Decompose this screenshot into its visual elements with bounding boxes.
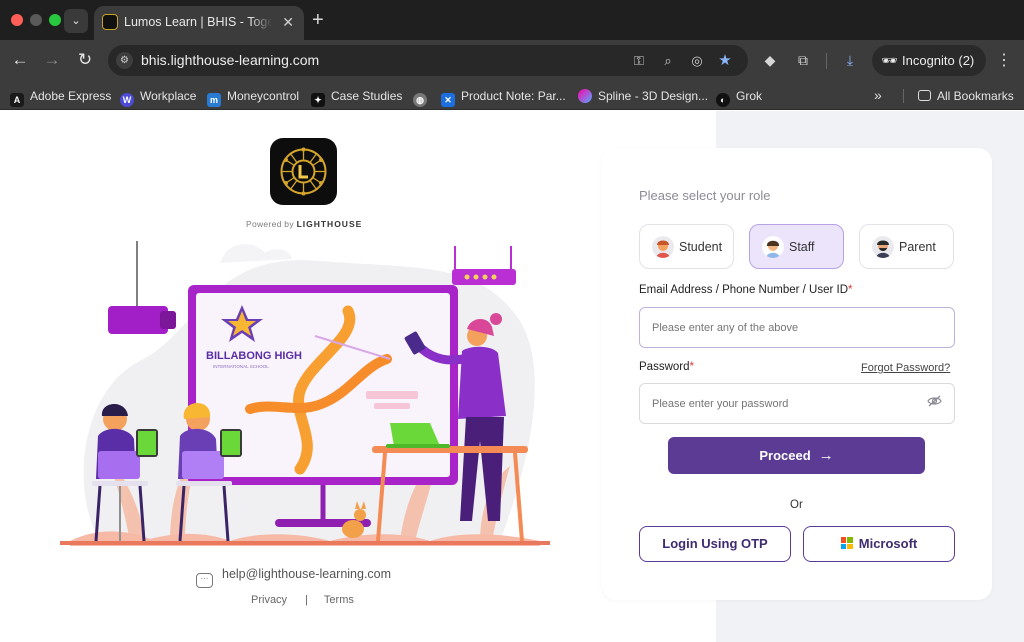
bookmark-globe[interactable]: ◍ bbox=[413, 88, 433, 107]
close-window-button[interactable] bbox=[11, 14, 23, 26]
address-bar[interactable]: ⚙ bhis.lighthouse-learning.com ⚿ ⌕ ◎ ★ bbox=[108, 45, 748, 76]
globe-icon: ◍ bbox=[413, 93, 427, 107]
proceed-button[interactable]: Proceed → bbox=[668, 437, 925, 474]
parent-avatar-icon bbox=[872, 236, 894, 258]
proceed-label: Proceed bbox=[759, 448, 811, 463]
browser-toolbar: ← → ↻ ⚙ bhis.lighthouse-learning.com ⚿ ⌕… bbox=[0, 40, 1024, 81]
privacy-link[interactable]: Privacy bbox=[251, 594, 287, 606]
login-otp-button[interactable]: Login Using OTP bbox=[639, 526, 791, 562]
classroom-illustration: BILLABONG HIGH INTERNATIONAL SCHOOL bbox=[60, 241, 550, 546]
bookmark-workplace[interactable]: W Workplace bbox=[120, 88, 196, 107]
role-student-button[interactable]: Student bbox=[639, 224, 734, 269]
puzzle-extensions-icon[interactable]: ⧉ bbox=[794, 51, 812, 69]
grok-icon: ◐ bbox=[716, 93, 730, 107]
bookmark-star-icon[interactable]: ★ bbox=[716, 52, 734, 70]
moneycontrol-icon: m bbox=[207, 93, 221, 107]
bookmark-spline[interactable]: Spline - 3D Design... bbox=[578, 88, 708, 104]
incognito-icon: 🕶 bbox=[881, 53, 898, 68]
role-parent-label: Parent bbox=[899, 240, 936, 254]
toolbar-divider bbox=[826, 53, 827, 69]
all-bookmarks-button[interactable]: All Bookmarks bbox=[918, 88, 1014, 104]
forgot-password-link[interactable]: Forgot Password? bbox=[861, 362, 950, 374]
lighthouse-brand-text: LIGHTHOUSE bbox=[296, 219, 363, 229]
bookmark-product-note[interactable]: ✕ Product Note: Par... bbox=[441, 88, 566, 107]
folder-icon bbox=[918, 90, 931, 101]
case-studies-icon: ✦ bbox=[311, 93, 325, 107]
spline-icon bbox=[578, 89, 592, 103]
bookmark-grok[interactable]: ◐ Grok bbox=[716, 88, 762, 107]
terms-link[interactable]: Terms bbox=[324, 594, 354, 606]
tab-close-icon[interactable]: ✕ bbox=[282, 14, 294, 31]
microsoft-login-button[interactable]: Microsoft bbox=[803, 526, 955, 562]
role-staff-label: Staff bbox=[789, 240, 815, 254]
role-parent-button[interactable]: Parent bbox=[859, 224, 954, 269]
powered-by-text: Powered by LIGHTHOUSE bbox=[246, 219, 363, 229]
email-input[interactable] bbox=[639, 307, 955, 348]
bookmark-moneycontrol[interactable]: m Moneycontrol bbox=[207, 88, 299, 107]
password-input[interactable] bbox=[639, 383, 955, 424]
bookmark-case-studies[interactable]: ✦ Case Studies bbox=[311, 88, 402, 107]
workplace-icon: W bbox=[120, 93, 134, 107]
chat-bubble-icon: ··· bbox=[196, 573, 213, 588]
zoom-icon[interactable]: ⌕ bbox=[659, 52, 677, 70]
extension-icon[interactable]: ◆ bbox=[761, 51, 779, 69]
eye-off-icon[interactable]: ◎ bbox=[688, 52, 706, 70]
login-card: Please select your role Student Staff Pa… bbox=[602, 148, 992, 600]
site-info-icon[interactable]: ⚙ bbox=[116, 52, 133, 69]
lighthouse-logo-icon bbox=[280, 147, 327, 196]
lighthouse-app-logo bbox=[270, 138, 337, 205]
download-icon[interactable]: ⤓ bbox=[841, 51, 859, 69]
bookmarks-divider bbox=[903, 89, 904, 103]
chevron-down-icon: ⌄ bbox=[71, 15, 81, 27]
email-field-label: Email Address / Phone Number / User ID* bbox=[639, 284, 853, 296]
bookmark-adobe-express[interactable]: A Adobe Express bbox=[10, 88, 111, 107]
kebab-menu-icon[interactable]: ⋮ bbox=[996, 50, 1012, 70]
maximize-window-button[interactable] bbox=[49, 14, 61, 26]
help-contact[interactable]: ··· help@lighthouse-learning.com bbox=[196, 567, 391, 588]
reload-icon[interactable]: ↻ bbox=[75, 50, 95, 70]
lighthouse-favicon-icon bbox=[102, 14, 118, 30]
incognito-label: Incognito (2) bbox=[902, 53, 975, 68]
tab-search-button[interactable]: ⌄ bbox=[64, 9, 88, 33]
footer-links: Privacy | Terms bbox=[251, 594, 354, 606]
school-subtitle-text: INTERNATIONAL SCHOOL bbox=[213, 364, 269, 369]
new-tab-button[interactable]: + bbox=[312, 9, 324, 31]
product-note-icon: ✕ bbox=[441, 93, 455, 107]
school-name-text: BILLABONG HIGH bbox=[206, 350, 302, 362]
login-page: Powered by LIGHTHOUSE BILLABONG HIGH INT… bbox=[0, 111, 1024, 642]
password-field-label: Password* bbox=[639, 361, 694, 373]
adobe-express-icon: A bbox=[10, 93, 24, 107]
help-email[interactable]: help@lighthouse-learning.com bbox=[222, 567, 391, 581]
required-asterisk: * bbox=[689, 361, 694, 373]
active-tab[interactable]: Lumos Learn | BHIS - Together ✕ bbox=[94, 6, 304, 40]
browser-tab-bar: ⌄ Lumos Learn | BHIS - Together ✕ + bbox=[0, 0, 1024, 40]
back-arrow-icon[interactable]: ← bbox=[10, 50, 30, 70]
eye-off-icon[interactable] bbox=[927, 395, 942, 410]
password-key-icon[interactable]: ⚿ bbox=[630, 52, 648, 70]
incognito-button[interactable]: 🕶 Incognito (2) bbox=[872, 45, 986, 76]
microsoft-label: Microsoft bbox=[858, 536, 918, 551]
role-staff-button[interactable]: Staff bbox=[749, 224, 844, 269]
arrow-right-icon: → bbox=[818, 447, 834, 464]
more-bookmarks-icon[interactable]: » bbox=[874, 87, 882, 103]
required-asterisk: * bbox=[848, 284, 853, 296]
microsoft-logo-icon bbox=[840, 537, 853, 549]
or-divider-text: Or bbox=[790, 499, 803, 511]
forward-arrow-icon[interactable]: → bbox=[42, 50, 62, 70]
student-avatar-icon bbox=[652, 236, 674, 258]
role-title: Please select your role bbox=[639, 188, 771, 203]
tab-title: Lumos Learn | BHIS - Together bbox=[124, 15, 272, 29]
bookmarks-bar: A Adobe Express W Workplace m Moneycontrol … bbox=[0, 81, 1024, 110]
footer-divider: | bbox=[305, 594, 308, 606]
role-student-label: Student bbox=[679, 240, 723, 254]
url-text[interactable]: bhis.lighthouse-learning.com bbox=[141, 52, 319, 68]
minimize-window-button[interactable] bbox=[30, 14, 42, 26]
staff-avatar-icon bbox=[762, 236, 784, 258]
eye-slash-icon bbox=[927, 395, 942, 407]
